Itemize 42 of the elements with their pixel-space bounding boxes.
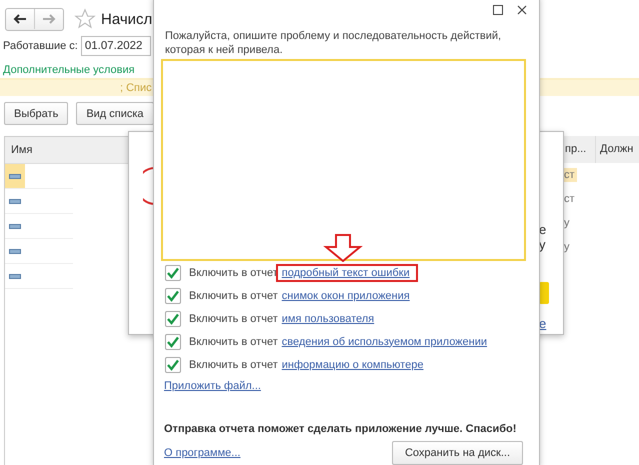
option-link[interactable]: имя пользователя (282, 312, 374, 324)
option-label: Включить в отчет (189, 358, 278, 370)
about-link[interactable]: О программе... (164, 447, 240, 459)
star-icon[interactable] (74, 8, 96, 30)
attach-file-link[interactable]: Приложить файл... (164, 379, 261, 393)
table-cell-text: у (563, 216, 570, 230)
option-link[interactable]: информацию о компьютере (282, 358, 424, 370)
checkbox[interactable] (165, 288, 181, 304)
instruction-text: Пожалуйста, опишите проблему и последовательность действий, которая к ней привела. (165, 29, 502, 57)
item-icon (9, 274, 21, 278)
option-link[interactable]: сведения об используемом приложении (282, 336, 488, 348)
toolbar-button[interactable]: Вид списка (76, 102, 154, 125)
toolbar-button[interactable]: Выбрать (4, 102, 68, 125)
thanks-text: Отправка отчета поможет сделать приложение лучше. Спасибо! (164, 423, 518, 435)
filter-label: Работавшие с: (3, 40, 78, 52)
checkbox[interactable] (165, 334, 181, 350)
column-header[interactable]: Должн (595, 136, 638, 163)
checkbox[interactable] (165, 264, 181, 280)
item-icon (9, 224, 21, 228)
option-label: Включить в отчет (189, 312, 278, 324)
close-icon[interactable] (517, 5, 527, 15)
option-label: Включить в отчет (189, 290, 278, 302)
checkbox[interactable] (165, 310, 181, 326)
row-icon-cell[interactable] (5, 164, 25, 188)
save-to-disk-button[interactable]: Сохранить на диск... (392, 441, 523, 465)
date-field[interactable]: 01.07.2022 (80, 36, 151, 56)
item-icon (9, 198, 21, 204)
maximize-icon[interactable] (493, 5, 503, 15)
item-icon (9, 174, 21, 178)
table-cell-text: ст (563, 192, 576, 206)
option-link[interactable]: снимок окон приложения (282, 290, 410, 302)
option-label: Включить в отчет (189, 266, 278, 278)
description-field[interactable] (161, 59, 526, 261)
window-title: Начисл (101, 10, 152, 28)
conditions-text: ; Спис (120, 82, 152, 94)
table-cell-text: у (563, 240, 570, 254)
option-link[interactable]: подробный текст ошибки (282, 266, 410, 278)
checkbox[interactable] (165, 356, 181, 372)
down-arrow-icon (322, 234, 363, 262)
option-label: Включить в отчет (189, 336, 278, 348)
item-icon (9, 248, 21, 254)
column-header[interactable]: Имя (5, 137, 129, 164)
